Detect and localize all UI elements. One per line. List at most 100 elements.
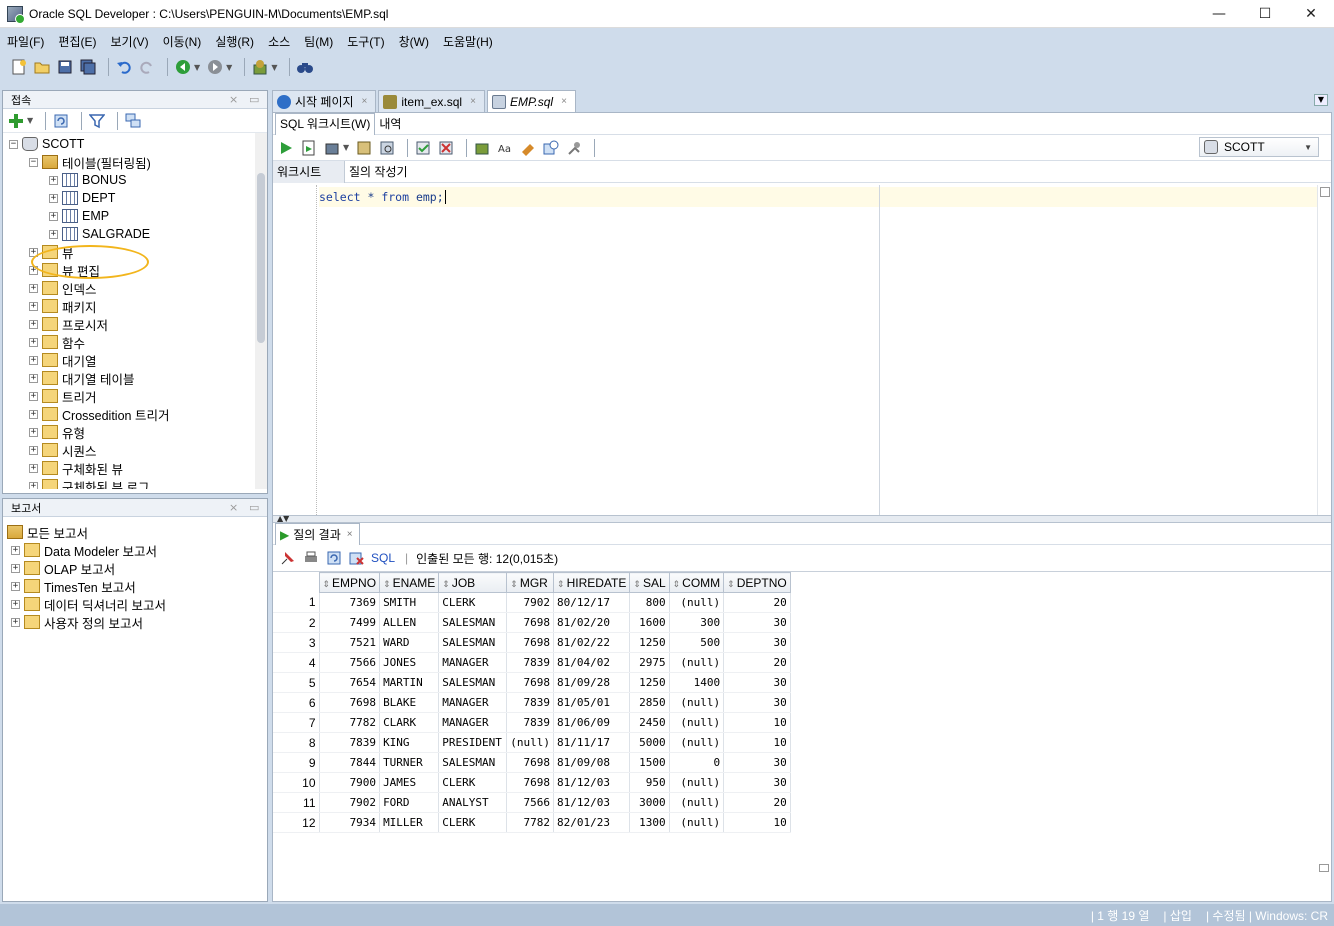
column-header-deptno[interactable]: ⇕ DEPTNO: [723, 572, 791, 593]
open-folder-icon[interactable]: [33, 58, 51, 76]
table-cell[interactable]: 7369: [319, 592, 381, 613]
print-icon[interactable]: [302, 549, 320, 567]
collapse-icon[interactable]: −: [9, 139, 18, 149]
table-cell[interactable]: 2975: [629, 652, 670, 673]
undo-icon[interactable]: [115, 58, 133, 76]
tab-query-builder[interactable]: 질의 작성기: [345, 161, 416, 183]
back-icon[interactable]: [174, 58, 192, 76]
table-cell[interactable]: 7499: [319, 612, 381, 633]
expand-icon[interactable]: +: [49, 175, 58, 185]
expand-icon[interactable]: +: [49, 193, 58, 203]
menu-team[interactable]: 팀(M): [297, 33, 340, 50]
menu-file[interactable]: 파일(F): [4, 33, 51, 50]
table-cell[interactable]: 7566: [319, 652, 381, 673]
tab-sql-worksheet[interactable]: SQL 워크시트(W): [275, 112, 376, 135]
table-cell[interactable]: KING: [379, 732, 440, 753]
table-cell[interactable]: (null): [669, 772, 725, 793]
tab-close-icon[interactable]: ×: [347, 529, 353, 540]
menu-navigate[interactable]: 이동(N): [156, 33, 209, 50]
table-cell[interactable]: 7698: [506, 612, 555, 633]
table-cell[interactable]: 81/02/20: [553, 612, 631, 633]
table-cell[interactable]: MANAGER: [438, 652, 508, 673]
table-row[interactable]: 4 7566 JONES MANAGER 7839 81/04/02 2975 (null) 2…: [273, 652, 791, 673]
table-row[interactable]: 8 7839 KING PRESIDENT (null) 81/11/17 5000 (nul…: [273, 732, 791, 753]
minimize-panel-icon[interactable]: ▭: [249, 93, 259, 106]
table-cell[interactable]: CLERK: [438, 772, 508, 793]
expand-icon[interactable]: +: [29, 301, 38, 311]
sql-worksheet-icon[interactable]: [251, 58, 269, 76]
table-cell[interactable]: 2850: [629, 692, 670, 713]
table-cell[interactable]: SALESMAN: [438, 632, 508, 653]
table-cell[interactable]: 7900: [319, 772, 381, 793]
expand-icon[interactable]: +: [29, 355, 38, 365]
table-cell[interactable]: 10: [723, 812, 791, 833]
tree-node-table[interactable]: + DEPT: [49, 189, 115, 207]
tree-node-tables[interactable]: − 테이블(필터링됨): [29, 153, 151, 171]
table-cell[interactable]: 81/06/09: [553, 712, 631, 733]
forward-icon[interactable]: [206, 58, 224, 76]
menu-tools[interactable]: 도구(T): [340, 33, 391, 50]
expand-icon[interactable]: +: [11, 617, 20, 627]
tree-node-folder[interactable]: + Crossedition 트리거: [29, 405, 169, 423]
column-header-comm[interactable]: ⇕ COMM: [668, 572, 725, 593]
expand-icon[interactable]: +: [29, 445, 38, 455]
table-cell[interactable]: (null): [669, 732, 725, 753]
table-cell[interactable]: 1250: [629, 632, 670, 653]
tab-list-dropdown-icon[interactable]: ▼: [1314, 94, 1328, 106]
sql-code-line[interactable]: select * from emp;: [319, 187, 1317, 207]
table-cell[interactable]: 7839: [506, 692, 555, 713]
run-script-icon[interactable]: [300, 139, 318, 157]
sql-link[interactable]: SQL: [371, 551, 395, 565]
tree-node-folder[interactable]: + 시퀀스: [29, 441, 97, 459]
table-cell[interactable]: JONES: [379, 652, 440, 673]
table-cell[interactable]: WARD: [379, 632, 440, 653]
table-cell[interactable]: 10: [723, 712, 791, 733]
table-cell[interactable]: 81/05/01: [553, 692, 631, 713]
table-cell[interactable]: BLAKE: [379, 692, 440, 713]
table-cell[interactable]: 7654: [319, 672, 381, 693]
tree-node-scott[interactable]: − SCOTT: [9, 135, 84, 153]
tab-history[interactable]: 내역: [375, 115, 405, 132]
table-cell[interactable]: PRESIDENT: [438, 732, 508, 753]
table-cell[interactable]: CLERK: [438, 592, 508, 613]
table-cell[interactable]: 7698: [319, 692, 381, 713]
commit-dropdown-icon[interactable]: ▼: [343, 143, 349, 152]
scrollbar-box[interactable]: [1320, 187, 1330, 197]
run-statement-icon[interactable]: [277, 139, 295, 157]
table-row[interactable]: 11 7902 FORD ANALYST 7566 81/12/03 3000 (null) 2…: [273, 792, 791, 813]
tree-node-folder[interactable]: + 유형: [29, 423, 85, 441]
table-cell[interactable]: (null): [669, 592, 725, 613]
table-cell[interactable]: 80/12/17: [553, 592, 631, 613]
tree-node-report[interactable]: + Data Modeler 보고서: [11, 541, 157, 559]
schema-browser-icon[interactable]: [124, 112, 142, 130]
table-cell[interactable]: 7698: [506, 752, 555, 773]
tree-scrollbar[interactable]: [255, 133, 267, 489]
table-cell[interactable]: 7839: [506, 652, 555, 673]
tab-item-ex-sql[interactable]: item_ex.sql ×: [378, 90, 485, 112]
table-cell[interactable]: 81/09/28: [553, 672, 631, 693]
expand-icon[interactable]: +: [11, 563, 20, 573]
close-icon[interactable]: ×: [229, 93, 238, 106]
table-cell[interactable]: 500: [669, 632, 725, 653]
expand-icon[interactable]: +: [11, 581, 20, 591]
table-cell[interactable]: 7698: [506, 672, 555, 693]
table-cell[interactable]: 7698: [506, 632, 555, 653]
editor-results-splitter[interactable]: ▲▼: [273, 515, 1331, 523]
table-cell[interactable]: 20: [723, 592, 791, 613]
table-cell[interactable]: 1500: [629, 752, 670, 773]
save-all-icon[interactable]: [79, 58, 97, 76]
table-cell[interactable]: 20: [723, 792, 791, 813]
table-cell[interactable]: (null): [669, 692, 725, 713]
table-cell[interactable]: 300: [669, 612, 725, 633]
menu-source[interactable]: 소스: [261, 33, 297, 50]
tab-close-icon[interactable]: ×: [561, 96, 567, 107]
expand-icon[interactable]: +: [49, 211, 58, 221]
table-cell[interactable]: FORD: [379, 792, 440, 813]
sql-history-icon[interactable]: [542, 139, 560, 157]
rollback-icon[interactable]: [437, 139, 455, 157]
tree-node-folder[interactable]: + 프로시저: [29, 315, 108, 333]
table-cell[interactable]: 7566: [506, 792, 555, 813]
expand-icon[interactable]: +: [29, 373, 38, 383]
table-cell[interactable]: MANAGER: [438, 692, 508, 713]
table-cell[interactable]: 800: [629, 592, 670, 613]
